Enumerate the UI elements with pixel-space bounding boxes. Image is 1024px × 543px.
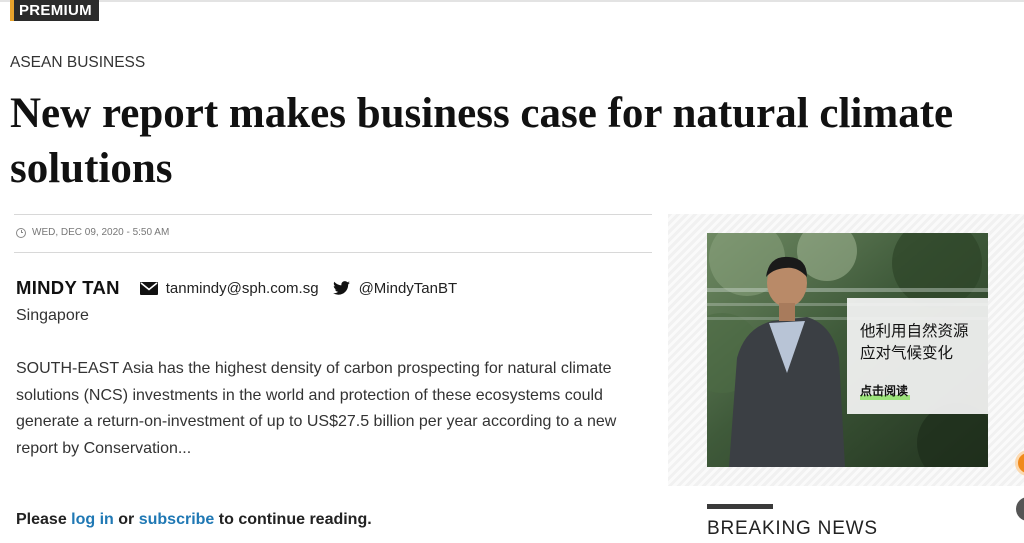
publish-date: WED, DEC 09, 2020 - 5:50 AM: [32, 227, 170, 238]
paywall-prefix: Please: [16, 511, 67, 528]
mail-icon: [139, 281, 158, 295]
ad-cta-link[interactable]: 点击阅读: [860, 382, 911, 400]
scroll-top-button[interactable]: [1016, 497, 1024, 521]
author-email-link[interactable]: tanmindy@sph.com.sg: [166, 280, 319, 297]
author-twitter-link[interactable]: @MindyTanBT: [359, 280, 458, 297]
clock-icon: [16, 227, 26, 238]
headline-line-1: New report makes business case for natur…: [10, 90, 954, 137]
twitter-icon: [332, 281, 350, 295]
paywall-message: Please log in or subscribe to continue r…: [16, 511, 372, 529]
breaking-news-title: BREAKING NEWS: [707, 518, 878, 539]
author-location: Singapore: [16, 307, 89, 324]
subscribe-link[interactable]: subscribe: [139, 511, 215, 528]
top-divider: [0, 0, 1024, 2]
ad-headline-line-1: 他利用自然资源: [860, 322, 969, 340]
meta-divider-top: [14, 214, 652, 215]
ad-text-box: 他利用自然资源 应对气候变化 点击阅读: [847, 298, 988, 414]
headline-line-2: solutions: [10, 145, 173, 192]
article-summary: SOUTH-EAST Asia has the highest density …: [16, 360, 617, 457]
breaking-news-accent: [707, 504, 773, 509]
ad-headline-line-2: 应对气候变化: [860, 344, 954, 362]
article-headline: New report makes business case for natur…: [10, 86, 1024, 196]
author-row: MINDY TAN tanmindy@sph.com.sg @MindyTanB…: [16, 276, 457, 300]
sidebar-ad[interactable]: 他利用自然资源 应对气候变化 点击阅读: [707, 233, 988, 467]
category-link[interactable]: ASEAN BUSINESS: [10, 54, 145, 72]
paywall-or: or: [118, 511, 135, 528]
meta-divider-bottom: [14, 252, 652, 253]
dateline: WED, DEC 09, 2020 - 5:50 AM: [16, 227, 169, 238]
premium-badge: PREMIUM: [10, 0, 99, 21]
author-name[interactable]: MINDY TAN: [16, 277, 120, 299]
paywall-suffix: to continue reading.: [218, 511, 372, 528]
login-link[interactable]: log in: [71, 511, 114, 528]
